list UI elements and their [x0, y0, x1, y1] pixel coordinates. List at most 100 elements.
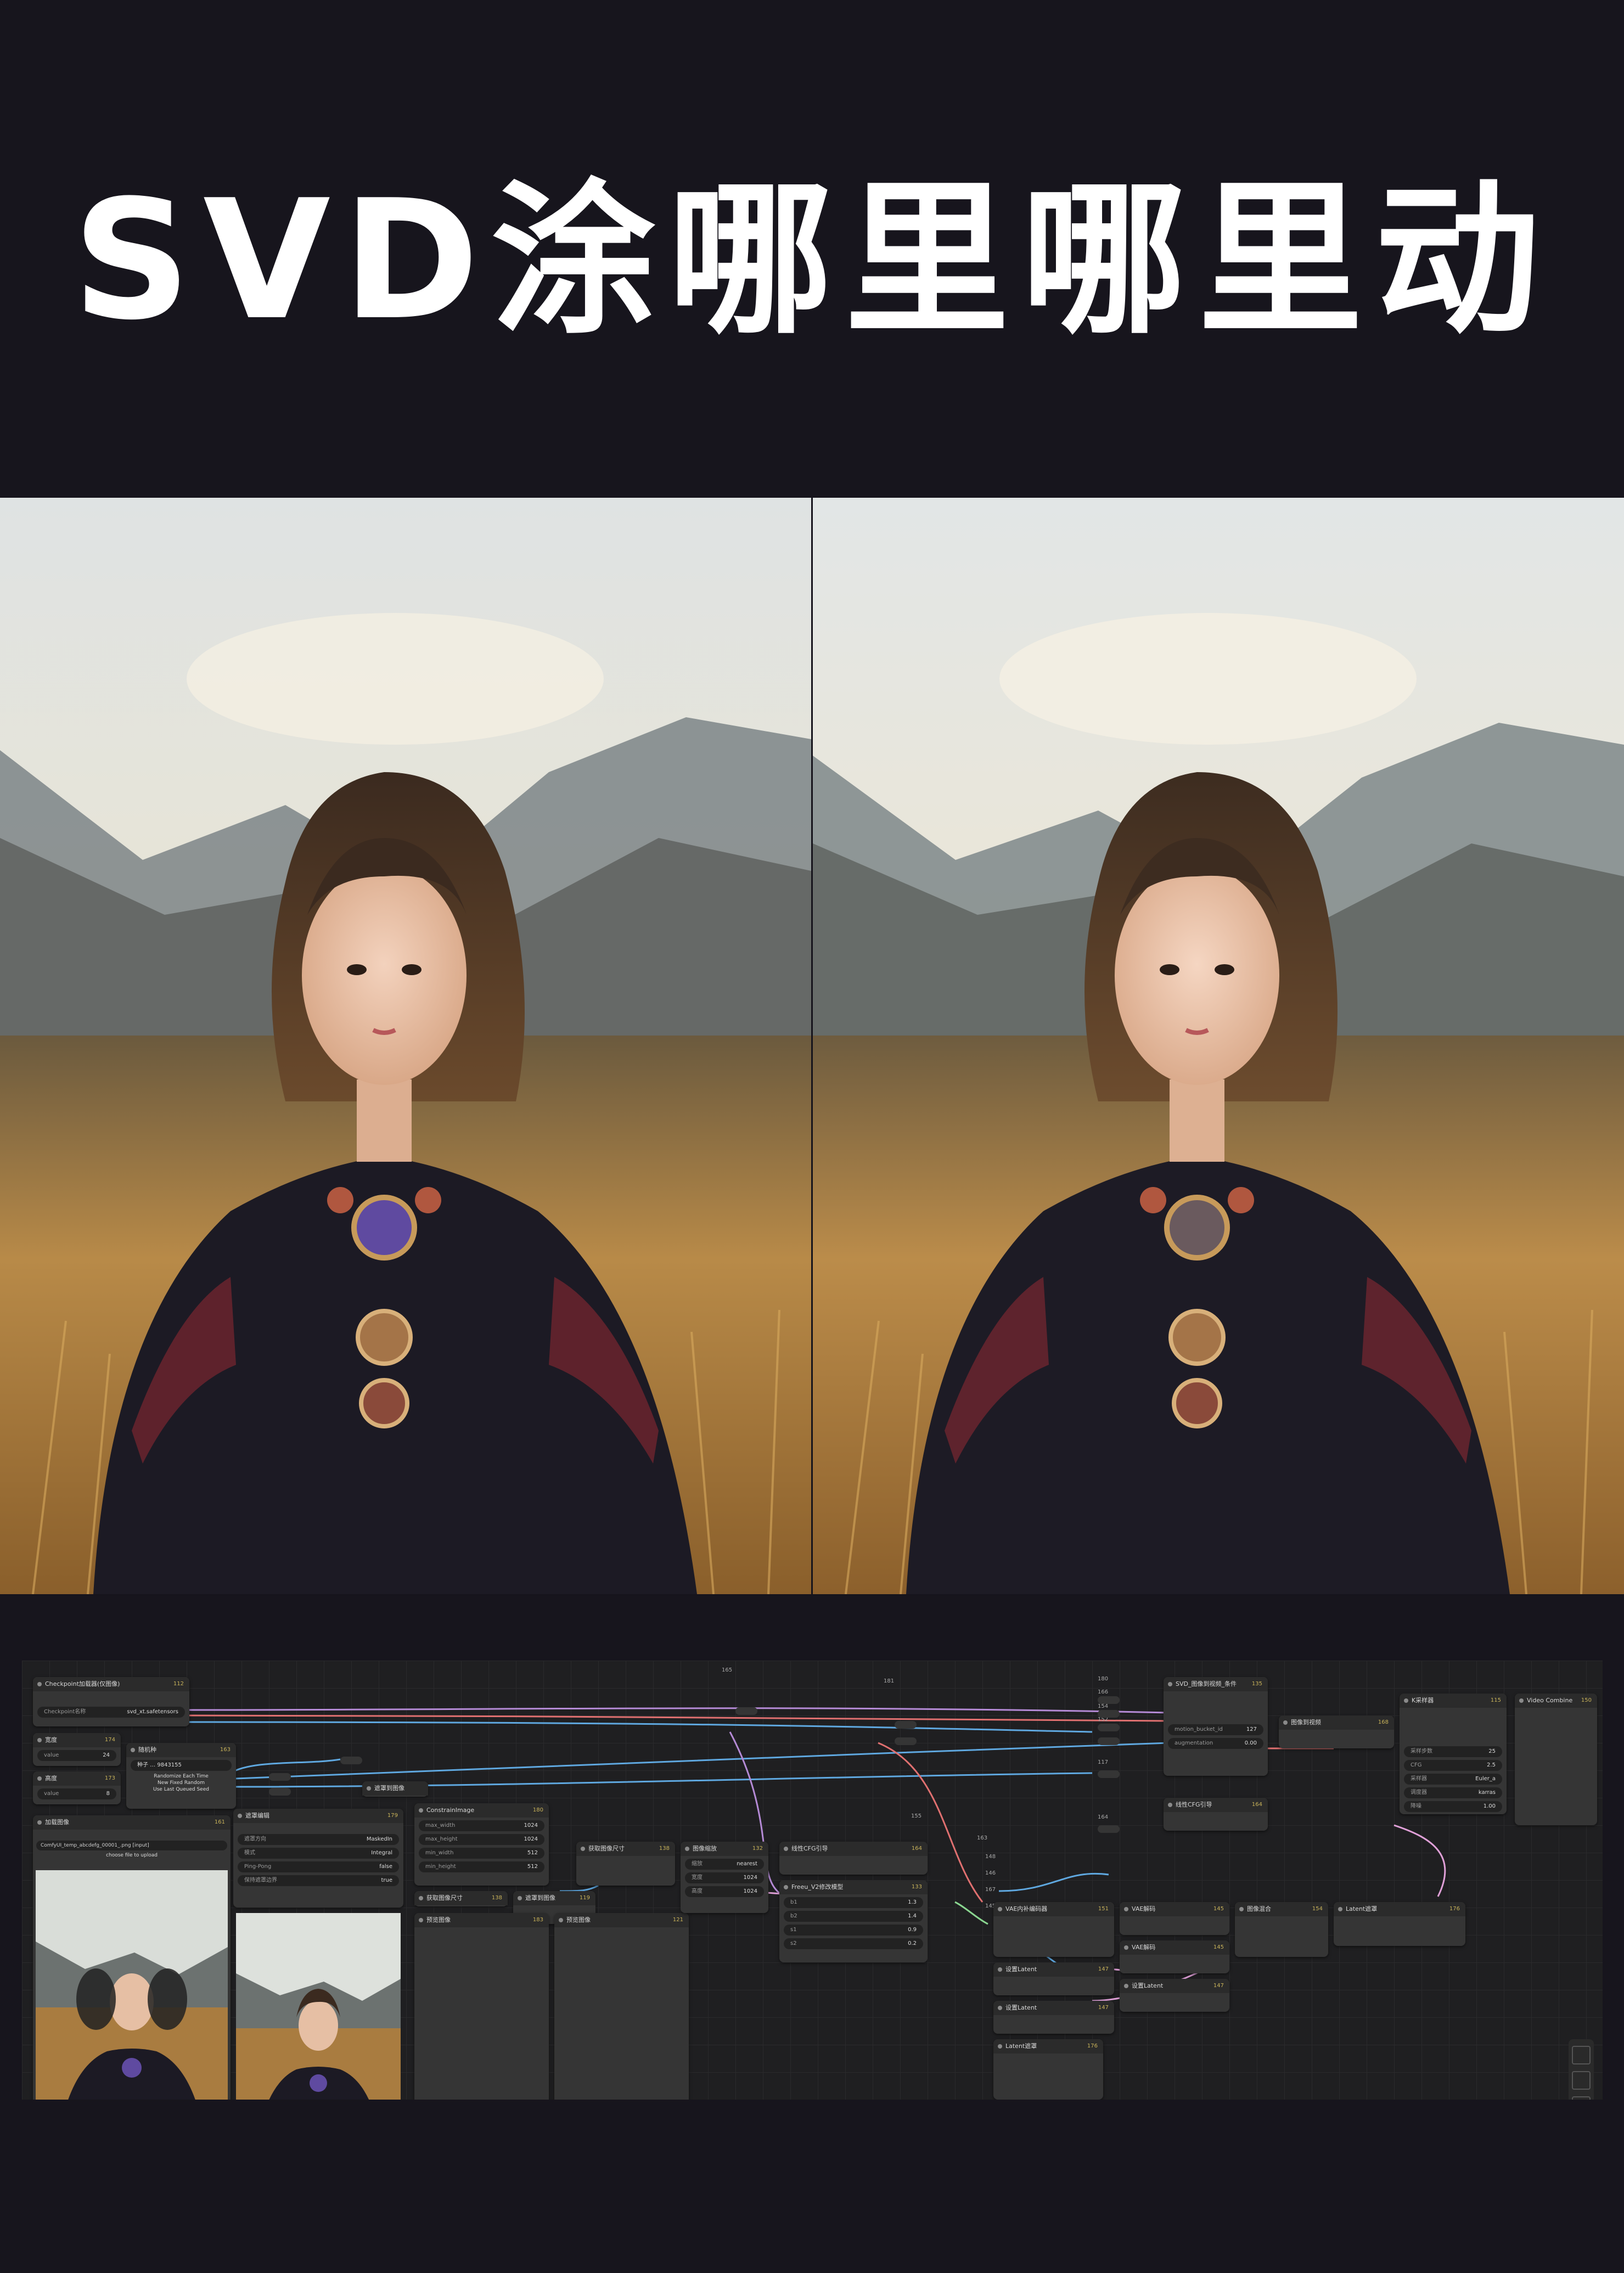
- vae-inpaint-encoder-node[interactable]: VAE内补编码器 151: [993, 1902, 1114, 1957]
- width-node[interactable]: 宽度 174 value 24: [33, 1733, 121, 1766]
- widget-value: 8: [106, 1791, 110, 1797]
- reroute-node[interactable]: [269, 1773, 291, 1781]
- cfg-input[interactable]: CFG 2.5: [1404, 1760, 1502, 1771]
- seed-node[interactable]: 随机种 163 种子 … 9843155 Randomize Each Time …: [126, 1743, 236, 1809]
- reroute-node[interactable]: [895, 1721, 917, 1729]
- widget-value: karras: [1478, 1790, 1496, 1796]
- checkpoint-loader-node[interactable]: Checkpoint加载器(仅图像) 112 Checkpoint名称 svd_xt…: [33, 1677, 189, 1726]
- widget-value: 0.9: [908, 1927, 917, 1933]
- checkpoint-select[interactable]: Checkpoint名称 svd_xt.safetensors: [37, 1707, 185, 1718]
- fixed-random-button[interactable]: New Fixed Random: [130, 1780, 233, 1786]
- node-id: 164: [911, 1846, 922, 1852]
- freeu-node[interactable]: Freeu_V2修改模型 133 b1 1.3 b2 1.4 s1 0.9 s2 0.2: [779, 1880, 928, 1962]
- widget-label: max_width: [425, 1822, 456, 1828]
- constrain-image-node[interactable]: ConstrainImage 180 max_width 1024 max_heig…: [414, 1803, 549, 1886]
- last-seed-button[interactable]: Use Last Queued Seed: [130, 1787, 233, 1792]
- linear-cfg-node[interactable]: 线性CFG引导 164: [779, 1842, 928, 1875]
- reroute-node[interactable]: [1098, 1770, 1120, 1778]
- node-title: 遮罩到图像: [525, 1894, 555, 1901]
- image-scale-node[interactable]: 图像缩放 132 缩放 nearest 宽度 1024 高度 1024: [681, 1842, 768, 1913]
- node-title: VAE解码: [1132, 1944, 1156, 1951]
- reroute-node[interactable]: [269, 1788, 291, 1796]
- svd-conditioning-node[interactable]: SVD_图像到视频_条件 135 motion_bucket_id 127 augm…: [1164, 1677, 1268, 1776]
- min-width-input[interactable]: min_width 512: [419, 1848, 544, 1859]
- widget-label: value: [44, 1791, 59, 1797]
- vae-decode-node[interactable]: VAE解码 145: [1120, 1902, 1229, 1935]
- ksampler-node[interactable]: K采样器 115 采样步数 25 CFG 2.5 采样器 Euler_a 调度器 karr…: [1400, 1694, 1507, 1814]
- mask-editor-node[interactable]: 遮罩编辑 179 遮罩方向 MaskedIn 模式 Integral Ping-Pon…: [233, 1809, 403, 1908]
- preview-image-node-a[interactable]: 预览图像 183: [414, 1913, 549, 2100]
- canvas-side-toolbar[interactable]: [1569, 2039, 1594, 2100]
- image-size-node[interactable]: 获取图像尺寸 138: [414, 1891, 508, 1906]
- keep-border-toggle[interactable]: 保持遮罩边界 true: [238, 1875, 399, 1886]
- s1-input[interactable]: s1 0.9: [784, 1925, 923, 1936]
- steps-input[interactable]: 采样步数 25: [1404, 1746, 1502, 1757]
- linear-cfg-node-2[interactable]: 线性CFG引导 164: [1164, 1798, 1268, 1831]
- reroute-node[interactable]: [1098, 1710, 1120, 1718]
- widget-value: 127: [1246, 1726, 1257, 1732]
- scale-height-input[interactable]: 高度 1024: [685, 1886, 764, 1897]
- height-node[interactable]: 高度 173 value 8: [33, 1771, 121, 1804]
- node-graph-canvas[interactable]: 165 181 180 166 154 152 117 164 155 163 …: [22, 1661, 1603, 2100]
- toolbar-button[interactable]: [1572, 2071, 1591, 2090]
- b2-input[interactable]: b2 1.4: [784, 1911, 923, 1922]
- seed-input[interactable]: 种子 … 9843155: [131, 1760, 232, 1771]
- reroute-label: 167: [985, 1887, 996, 1893]
- set-latent-node-2[interactable]: 设置Latent 147: [993, 2001, 1114, 2034]
- widget-value: 2.5: [1487, 1762, 1496, 1768]
- reroute-node[interactable]: [340, 1757, 362, 1764]
- mask-direction-select[interactable]: 遮罩方向 MaskedIn: [238, 1834, 399, 1845]
- upload-button[interactable]: choose file to upload: [36, 1853, 227, 1858]
- node-id: 180: [532, 1807, 543, 1813]
- image-blend-node[interactable]: 图像混合 154: [1235, 1902, 1328, 1957]
- latent-mask-node[interactable]: Latent遮罩 176: [993, 2039, 1103, 2100]
- height-value-input[interactable]: value 8: [37, 1788, 116, 1799]
- widget-value: 512: [527, 1864, 538, 1870]
- reroute-node[interactable]: [735, 1707, 757, 1715]
- node-title: 线性CFG引导: [1176, 1801, 1212, 1808]
- widget-value: 1024: [743, 1888, 757, 1894]
- s2-input[interactable]: s2 0.2: [784, 1938, 923, 1949]
- reroute-node[interactable]: [1098, 1696, 1120, 1704]
- latent-mask-node-2[interactable]: Latent遮罩 176: [1334, 1902, 1465, 1946]
- augmentation-input[interactable]: augmentation 0.00: [1168, 1738, 1263, 1749]
- scale-method-select[interactable]: 缩放 nearest: [685, 1859, 764, 1870]
- reroute-node[interactable]: [1098, 1737, 1120, 1745]
- widget-label: 降噪: [1411, 1803, 1421, 1809]
- widget-label: b1: [790, 1899, 797, 1905]
- reroute-node[interactable]: [1098, 1724, 1120, 1731]
- ping-pong-toggle[interactable]: Ping-Pong false: [238, 1861, 399, 1872]
- reroute-node[interactable]: [895, 1737, 917, 1745]
- randomize-button[interactable]: Randomize Each Time: [130, 1774, 233, 1779]
- reroute-label: 166: [1098, 1689, 1109, 1695]
- toolbar-button[interactable]: [1572, 2046, 1591, 2064]
- reroute-node[interactable]: [1098, 1825, 1120, 1833]
- image-to-video-node[interactable]: 图像到视频 168: [1279, 1715, 1394, 1748]
- scale-width-input[interactable]: 宽度 1024: [685, 1872, 764, 1883]
- vae-decode-node-2[interactable]: VAE解码 145: [1120, 1940, 1229, 1973]
- max-width-input[interactable]: max_width 1024: [419, 1820, 544, 1831]
- image-file-select[interactable]: ComfyUI_temp_abcdefg_00001_.png [input]: [36, 1841, 227, 1850]
- preview-image-node-b[interactable]: 预览图像 121: [554, 1913, 689, 2100]
- set-latent-node-3[interactable]: 设置Latent 147: [1120, 1979, 1229, 2012]
- node-graph-section: 165 181 180 166 154 152 117 164 155 163 …: [0, 1596, 1624, 2273]
- scheduler-select[interactable]: 调度器 karras: [1404, 1787, 1502, 1798]
- widget-label: 保持遮罩边界: [244, 1877, 277, 1883]
- mask-to-image-node[interactable]: 遮罩到图像: [362, 1781, 428, 1797]
- b1-input[interactable]: b1 1.3: [784, 1897, 923, 1908]
- sampler-select[interactable]: 采样器 Euler_a: [1404, 1774, 1502, 1785]
- widget-label: CFG: [1411, 1762, 1422, 1768]
- motion-bucket-input[interactable]: motion_bucket_id 127: [1168, 1724, 1263, 1735]
- video-combine-node[interactable]: Video Combine 150: [1515, 1694, 1597, 1825]
- load-image-node[interactable]: 加载图像 161 ComfyUI_temp_abcdefg_00001_.png …: [33, 1815, 231, 2100]
- min-height-input[interactable]: min_height 512: [419, 1861, 544, 1872]
- denoise-input[interactable]: 降噪 1.00: [1404, 1801, 1502, 1812]
- node-title: Freeu_V2修改模型: [791, 1883, 844, 1891]
- node-id: 173: [104, 1775, 115, 1781]
- get-image-size-node[interactable]: 获取图像尺寸 138: [576, 1842, 675, 1886]
- width-value-input[interactable]: value 24: [37, 1750, 116, 1761]
- mode-select[interactable]: 模式 Integral: [238, 1848, 399, 1859]
- max-height-input[interactable]: max_height 1024: [419, 1834, 544, 1845]
- toolbar-button[interactable]: [1572, 2096, 1591, 2100]
- set-latent-node[interactable]: 设置Latent 147: [993, 1962, 1114, 1995]
